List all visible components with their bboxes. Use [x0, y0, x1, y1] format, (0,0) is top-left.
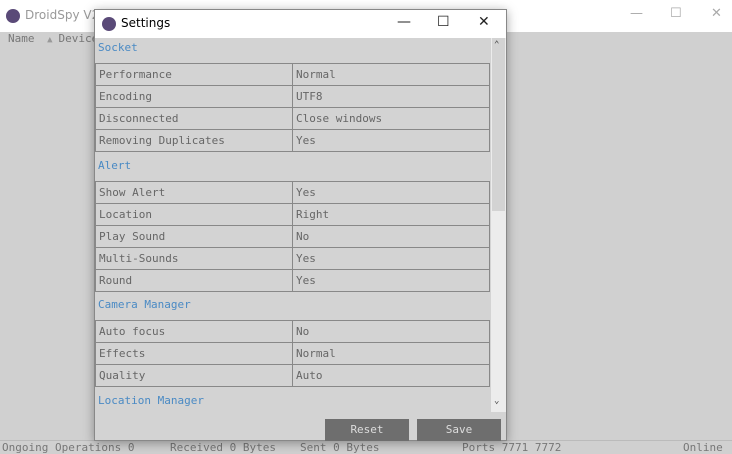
setting-label: Encoding	[95, 85, 293, 108]
scrollbar[interactable]: ⌃ ⌄	[491, 38, 506, 412]
setting-value[interactable]: Yes	[292, 181, 490, 204]
table-row[interactable]: Disconnected Close windows	[95, 107, 490, 130]
section-alert: Alert	[98, 159, 132, 172]
table-row[interactable]: Show Alert Yes	[95, 181, 490, 204]
setting-label: Quality	[95, 364, 293, 387]
status-bar: Ongoing Operations 0 Received 0 Bytes Se…	[0, 440, 732, 454]
close-button[interactable]: ✕	[711, 6, 722, 21]
setting-label: Round	[95, 269, 293, 292]
camera-table: Auto focus No Effects Normal Quality Auto	[95, 320, 490, 387]
setting-label: Effects	[95, 342, 293, 365]
table-row[interactable]: Play Sound No	[95, 225, 490, 248]
reset-button[interactable]: Reset	[325, 419, 409, 441]
settings-dialog: Settings — ☐ ✕ Socket Performance Normal …	[94, 9, 507, 441]
dialog-maximize-button[interactable]: ☐	[437, 14, 450, 30]
section-camera-manager: Camera Manager	[98, 298, 191, 311]
scrollbar-thumb[interactable]	[492, 38, 505, 211]
dialog-minimize-button[interactable]: —	[397, 14, 411, 30]
setting-value[interactable]: Normal	[292, 63, 490, 86]
setting-value[interactable]: Yes	[292, 247, 490, 270]
table-row[interactable]: Auto focus No	[95, 320, 490, 343]
status-ongoing: Ongoing Operations 0	[2, 441, 135, 454]
setting-label: Show Alert	[95, 181, 293, 204]
section-location-manager: Location Manager	[98, 394, 204, 407]
dialog-close-button[interactable]: ✕	[478, 14, 490, 30]
table-row[interactable]: Performance Normal	[95, 63, 490, 86]
setting-label: Auto focus	[95, 320, 293, 343]
section-socket: Socket	[98, 41, 138, 54]
setting-label: Removing Duplicates	[95, 129, 293, 152]
app-icon	[6, 9, 20, 23]
scroll-up-icon[interactable]: ⌃	[494, 40, 499, 50]
table-row[interactable]: Round Yes	[95, 269, 490, 292]
status-ports: Ports 7771 7772	[462, 441, 562, 454]
maximize-button[interactable]: ☐	[670, 6, 682, 21]
column-device-label[interactable]: Device	[59, 32, 99, 45]
table-row[interactable]: Quality Auto	[95, 364, 490, 387]
setting-label: Multi-Sounds	[95, 247, 293, 270]
setting-value[interactable]: Auto	[292, 364, 490, 387]
dialog-title: Settings	[121, 16, 171, 30]
setting-value[interactable]: Right	[292, 203, 490, 226]
setting-value[interactable]: Close windows	[292, 107, 490, 130]
column-header-name[interactable]: Name ▲ Device	[8, 32, 98, 45]
alert-table: Show Alert Yes Location Right Play Sound No…	[95, 181, 490, 292]
table-row[interactable]: Multi-Sounds Yes	[95, 247, 490, 270]
table-row[interactable]: Effects Normal	[95, 342, 490, 365]
status-sent: Sent 0 Bytes	[300, 441, 380, 454]
column-name-label: Name	[8, 32, 35, 45]
setting-value[interactable]: Yes	[292, 129, 490, 152]
status-received: Received 0 Bytes	[170, 441, 276, 454]
setting-value[interactable]: Normal	[292, 342, 490, 365]
table-row[interactable]: Location Right	[95, 203, 490, 226]
status-online: Online	[683, 441, 723, 454]
minimize-button[interactable]: —	[630, 6, 643, 21]
save-button[interactable]: Save	[417, 419, 501, 441]
scroll-down-icon[interactable]: ⌄	[494, 396, 499, 406]
dialog-app-icon	[102, 17, 116, 31]
setting-value[interactable]: UTF8	[292, 85, 490, 108]
setting-label: Play Sound	[95, 225, 293, 248]
setting-value[interactable]: Yes	[292, 269, 490, 292]
table-row[interactable]: Encoding UTF8	[95, 85, 490, 108]
main-window-title: DroidSpy V2	[25, 8, 100, 22]
setting-label: Performance	[95, 63, 293, 86]
setting-label: Disconnected	[95, 107, 293, 130]
dialog-title-bar: Settings — ☐ ✕	[95, 10, 506, 38]
table-row[interactable]: Removing Duplicates Yes	[95, 129, 490, 152]
setting-value[interactable]: No	[292, 320, 490, 343]
setting-label: Location	[95, 203, 293, 226]
sort-up-icon: ▲	[47, 35, 53, 45]
socket-table: Performance Normal Encoding UTF8 Disconnec…	[95, 63, 490, 152]
setting-value[interactable]: No	[292, 225, 490, 248]
